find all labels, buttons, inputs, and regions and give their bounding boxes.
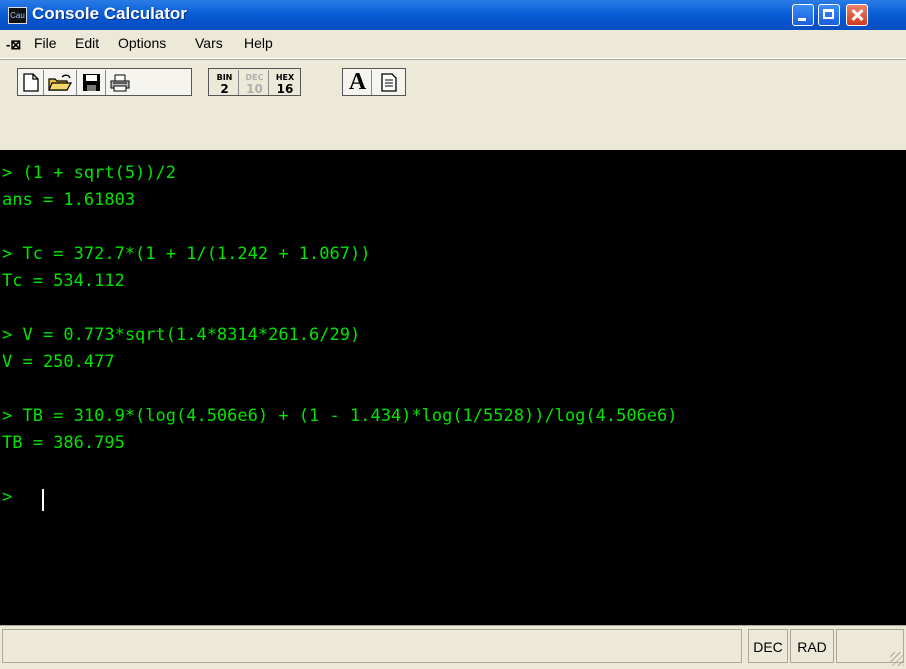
calculator-window: Cau Console Calculator -⊠ File Edit Opti… bbox=[0, 0, 906, 669]
hex-mode-button[interactable]: HEX 16 bbox=[271, 70, 299, 95]
close-button[interactable] bbox=[846, 4, 868, 26]
console-output[interactable]: > (1 + sqrt(5))/2 ans = 1.61803 > Tc = 3… bbox=[0, 150, 906, 625]
list-doc-icon[interactable] bbox=[374, 70, 404, 95]
open-folder-icon[interactable] bbox=[44, 70, 77, 95]
print-icon[interactable] bbox=[106, 70, 134, 95]
console-line: > V = 0.773*sqrt(1.4*8314*261.6/29) bbox=[2, 325, 361, 345]
window-title: Console Calculator bbox=[32, 4, 187, 23]
font-button[interactable]: A bbox=[344, 70, 372, 95]
bin-mode-button[interactable]: BIN 2 bbox=[211, 70, 239, 95]
toolbar: BIN 2 DEC 10 HEX 16 A bbox=[0, 59, 906, 98]
minimize-button[interactable] bbox=[792, 4, 814, 26]
status-angle: RAD bbox=[790, 629, 834, 663]
menu-edit[interactable]: Edit bbox=[75, 35, 99, 51]
format-toolbar-group: A bbox=[342, 68, 406, 96]
menu-options[interactable]: Options bbox=[118, 35, 166, 51]
dec-mode-button[interactable]: DEC 10 bbox=[241, 70, 269, 95]
hex-digit: 16 bbox=[276, 82, 294, 96]
menu-system-icon[interactable]: -⊠ bbox=[6, 37, 21, 53]
status-bar: DEC RAD bbox=[0, 625, 906, 669]
maximize-button[interactable] bbox=[818, 4, 840, 26]
base-toolbar-group: BIN 2 DEC 10 HEX 16 bbox=[208, 68, 301, 96]
status-message bbox=[2, 629, 742, 663]
console-line: > (1 + sqrt(5))/2 bbox=[2, 163, 176, 183]
save-disk-icon[interactable] bbox=[77, 70, 106, 95]
menu-bar: -⊠ File Edit Options Vars Help bbox=[0, 30, 906, 59]
console-prompt: > bbox=[2, 487, 13, 507]
menu-file[interactable]: File bbox=[34, 35, 57, 51]
text-cursor bbox=[42, 489, 44, 511]
dec-digit: 10 bbox=[246, 82, 263, 96]
menu-help[interactable]: Help bbox=[244, 35, 273, 51]
status-mode: DEC bbox=[748, 629, 788, 663]
console-line: > TB = 310.9*(log(4.506e6) + (1 - 1.434)… bbox=[2, 406, 678, 426]
console-line: TB = 386.795 bbox=[2, 433, 125, 453]
bin-digit: 2 bbox=[220, 82, 229, 96]
resize-grip-icon[interactable] bbox=[890, 652, 904, 666]
console-line: ans = 1.61803 bbox=[2, 190, 136, 210]
menu-vars[interactable]: Vars bbox=[195, 35, 223, 51]
console-line: Tc = 534.112 bbox=[2, 271, 125, 291]
new-file-icon[interactable] bbox=[18, 70, 44, 95]
console-line: V = 250.477 bbox=[2, 352, 115, 372]
file-toolbar-group bbox=[17, 68, 192, 96]
app-icon[interactable]: Cau bbox=[8, 7, 27, 24]
title-bar[interactable]: Cau Console Calculator bbox=[0, 0, 906, 30]
console-line: > Tc = 372.7*(1 + 1/(1.242 + 1.067)) bbox=[2, 244, 371, 264]
